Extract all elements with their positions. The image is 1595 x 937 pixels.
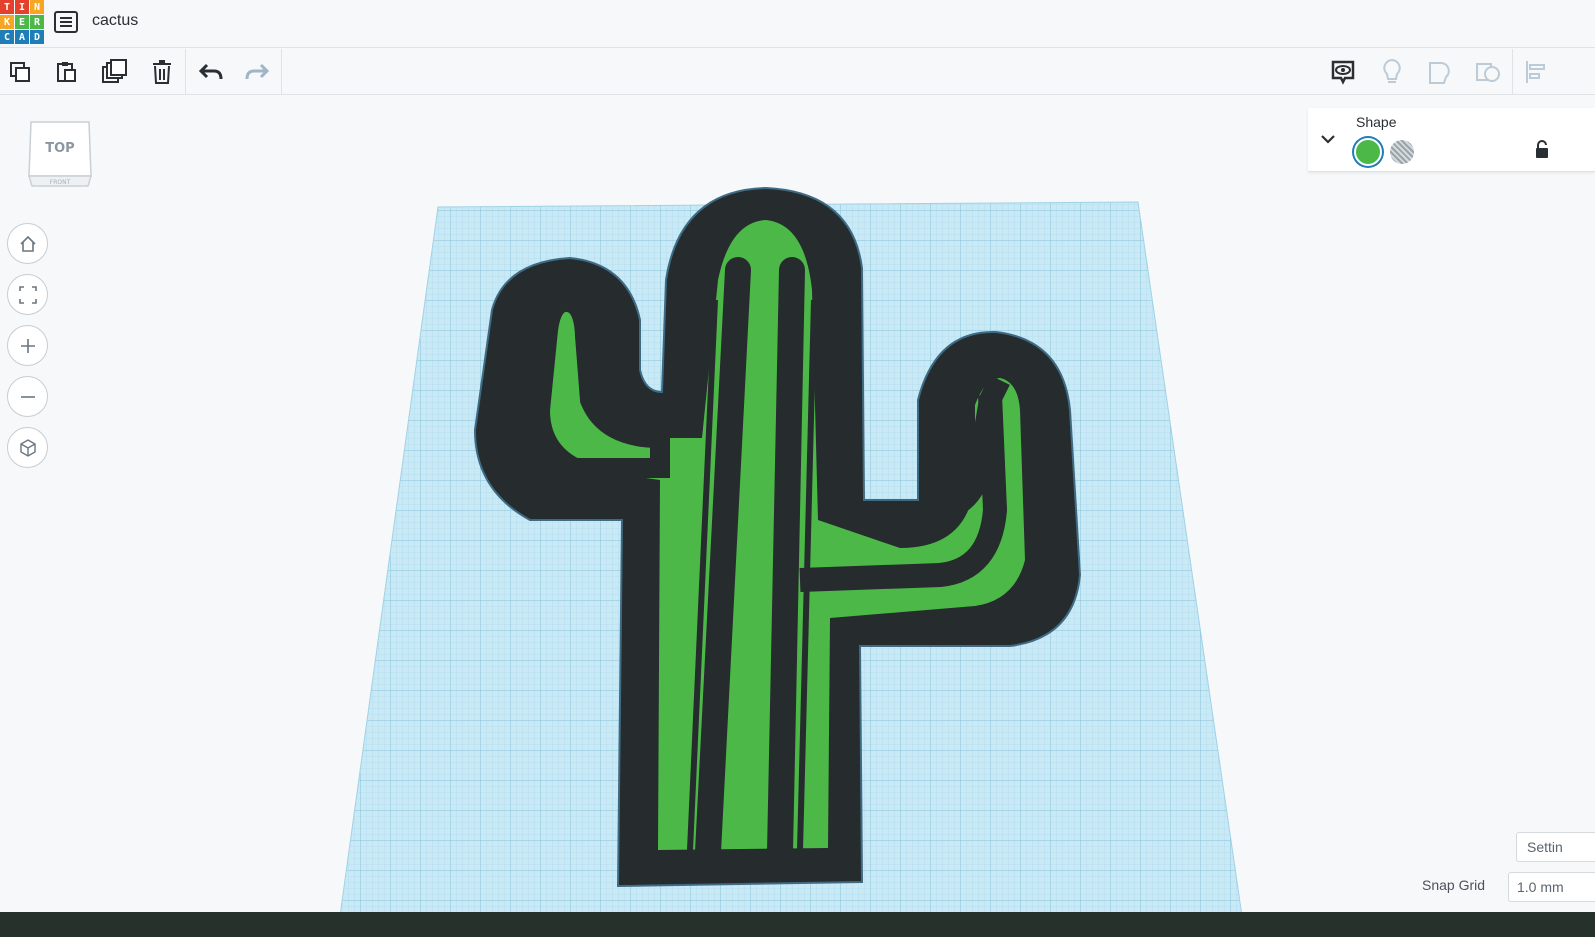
logo-letter: E [15, 15, 29, 29]
lightbulb-icon[interactable] [1376, 56, 1408, 88]
unlock-icon[interactable] [1534, 140, 1550, 164]
logo-letter: N [30, 0, 44, 14]
group-icon[interactable] [1424, 56, 1456, 88]
logo-letter: A [15, 30, 29, 44]
notes-icon[interactable] [1327, 56, 1359, 88]
trash-icon[interactable] [146, 56, 178, 88]
redo-icon[interactable] [241, 56, 273, 88]
zoom-out-icon [20, 395, 35, 398]
settings-button[interactable]: Settin [1516, 832, 1595, 862]
snap-grid-label: Snap Grid [1422, 877, 1486, 893]
home-view-button[interactable] [7, 223, 48, 264]
fit-view-button[interactable] [7, 274, 48, 315]
ungroup-icon[interactable] [1472, 56, 1504, 88]
hole-swatch[interactable] [1390, 140, 1414, 164]
align-icon[interactable] [1520, 56, 1552, 88]
logo-letter: I [15, 0, 29, 14]
logo-letter: R [30, 15, 44, 29]
design-list-icon[interactable] [54, 11, 78, 33]
shape-inspector: Shape [1308, 108, 1595, 172]
logo-letter: C [0, 30, 14, 44]
3d-viewport[interactable]: TOP FRONT [0, 96, 1595, 916]
view-cube[interactable]: TOP FRONT [27, 120, 94, 192]
zoom-in-button[interactable] [7, 325, 48, 366]
perspective-icon [19, 438, 36, 457]
tinkercad-logo[interactable]: TIN KER CAD [0, 0, 44, 44]
perspective-button[interactable] [7, 427, 48, 468]
copy-icon[interactable] [4, 56, 36, 88]
logo-letter: K [0, 15, 14, 29]
view-cube-top-label: TOP [45, 141, 74, 156]
solid-color-swatch[interactable] [1354, 138, 1382, 166]
snap-grid-select[interactable]: 1.0 mm [1508, 872, 1595, 902]
logo-letter: T [0, 0, 14, 14]
view-cube-front-label: FRONT [50, 179, 71, 186]
zoom-in-icon [20, 338, 35, 353]
inspector-title: Shape [1356, 114, 1397, 130]
undo-icon[interactable] [195, 56, 227, 88]
zoom-out-button[interactable] [7, 376, 48, 417]
top-header: TIN KER CAD cactus [0, 0, 1595, 48]
paste-icon[interactable] [50, 56, 82, 88]
edit-toolbar [0, 49, 1595, 95]
home-icon [19, 235, 36, 252]
logo-letter: D [30, 30, 44, 44]
workplane[interactable] [0, 96, 1595, 916]
bottom-strip [0, 912, 1595, 937]
design-title[interactable]: cactus [92, 12, 138, 30]
chevron-down-icon[interactable] [1320, 130, 1336, 149]
fit-view-icon [18, 285, 37, 304]
duplicate-icon[interactable] [98, 56, 130, 88]
